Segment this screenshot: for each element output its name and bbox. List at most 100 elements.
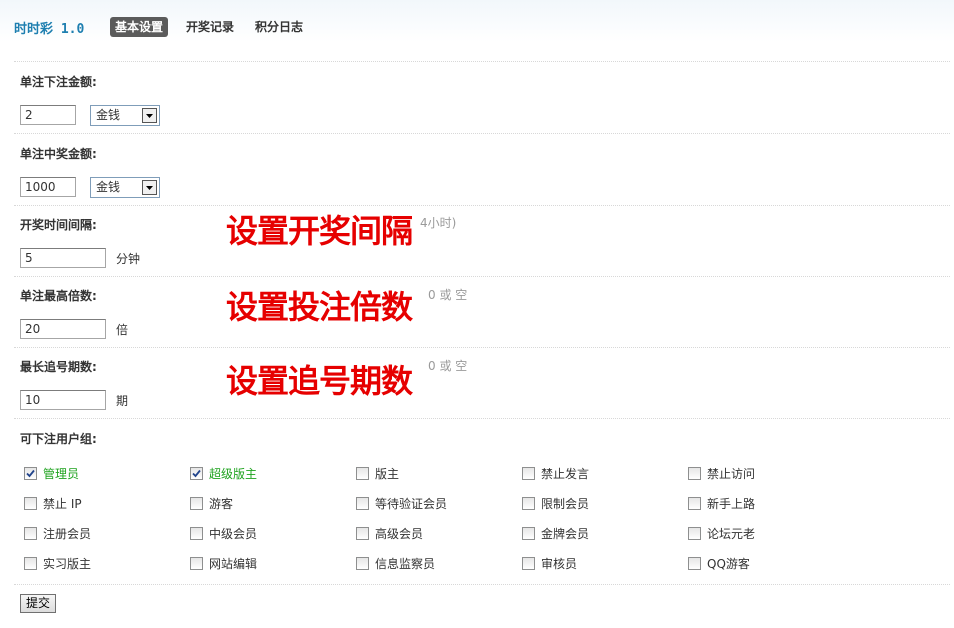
divider: [14, 276, 950, 277]
chevron-down-icon[interactable]: [142, 180, 157, 195]
checkmark-icon: [26, 469, 35, 477]
user-group-label: 禁止访问: [707, 466, 756, 481]
checkbox[interactable]: [24, 466, 37, 480]
user-group-label: 审核员: [541, 556, 578, 571]
interval-label: 开奖时间间隔:: [20, 218, 97, 232]
user-group-label: 新手上路: [707, 496, 756, 511]
user-group-checkbox-item[interactable]: 版主: [356, 465, 399, 481]
checkbox[interactable]: [356, 526, 369, 540]
user-group-checkbox-item[interactable]: 禁止 IP: [24, 495, 82, 511]
max-multiple-label: 单注最高倍数:: [20, 289, 97, 303]
checkbox[interactable]: [688, 556, 701, 570]
win-amount-input[interactable]: 1000: [20, 177, 76, 197]
user-group-label: 限制会员: [541, 496, 590, 511]
periods-annotation: 设置追号期数: [226, 362, 413, 400]
divider: [14, 61, 950, 62]
checkbox[interactable]: [688, 526, 701, 540]
user-group-checkbox-item[interactable]: 审核员: [522, 555, 577, 571]
checkbox[interactable]: [190, 496, 203, 510]
divider: [14, 347, 950, 348]
user-group-checkbox-item[interactable]: QQ游客: [688, 555, 750, 571]
bet-amount-label: 单注下注金额:: [20, 75, 97, 89]
user-group-checkbox-item[interactable]: 禁止发言: [522, 465, 589, 481]
checkbox[interactable]: [688, 466, 701, 480]
user-group-label: 超级版主: [209, 466, 258, 481]
user-group-checkbox-item[interactable]: 实习版主: [24, 555, 91, 571]
user-group-checkbox-item[interactable]: 管理员: [24, 465, 79, 481]
user-group-label: 信息监察员: [375, 556, 436, 571]
checkbox[interactable]: [190, 466, 203, 480]
checkbox[interactable]: [522, 526, 535, 540]
user-group-checkbox-item[interactable]: 限制会员: [522, 495, 589, 511]
win-currency-value: 金钱: [96, 180, 121, 194]
max-periods-unit: 期: [116, 394, 129, 408]
user-group-checkbox-item[interactable]: 注册会员: [24, 525, 91, 541]
checkbox[interactable]: [190, 556, 203, 570]
tab-draw-records[interactable]: 开奖记录: [182, 17, 238, 37]
checkbox[interactable]: [356, 496, 369, 510]
interval-unit: 分钟: [116, 252, 141, 266]
checkbox[interactable]: [522, 496, 535, 510]
user-group-label: 论坛元老: [707, 526, 756, 541]
user-groups-label: 可下注用户组:: [20, 432, 97, 446]
checkbox[interactable]: [522, 466, 535, 480]
checkbox[interactable]: [522, 556, 535, 570]
user-group-label: 禁止 IP: [43, 496, 82, 511]
divider: [14, 418, 950, 419]
user-group-label: 实习版主: [43, 556, 92, 571]
user-group-checkbox-item[interactable]: 中级会员: [190, 525, 257, 541]
user-group-checkbox-item[interactable]: 新手上路: [688, 495, 755, 511]
checkbox[interactable]: [356, 466, 369, 480]
max-periods-label: 最长追号期数:: [20, 360, 97, 374]
user-group-label: 金牌会员: [541, 526, 590, 541]
bet-currency-value: 金钱: [96, 108, 121, 122]
multiple-annotation: 设置投注倍数: [226, 288, 413, 326]
bet-amount-input[interactable]: 2: [20, 105, 76, 125]
checkbox[interactable]: [688, 496, 701, 510]
interval-hint: 4小时): [420, 216, 457, 230]
user-group-checkbox-item[interactable]: 等待验证会员: [356, 495, 447, 511]
tab-points-log[interactable]: 积分日志: [251, 17, 307, 37]
bet-currency-select[interactable]: 金钱: [90, 105, 160, 126]
checkbox[interactable]: [24, 526, 37, 540]
max-multiple-unit: 倍: [116, 323, 129, 337]
max-multiple-input[interactable]: 20: [20, 319, 106, 339]
user-group-checkbox-item[interactable]: 信息监察员: [356, 555, 435, 571]
user-group-label: QQ游客: [707, 556, 750, 571]
divider: [14, 205, 950, 206]
user-group-label: 注册会员: [43, 526, 92, 541]
tab-basic-settings[interactable]: 基本设置: [110, 17, 169, 37]
max-multiple-hint: 0 或 空: [428, 288, 468, 302]
user-group-label: 游客: [209, 496, 234, 511]
user-group-checkbox-item[interactable]: 高级会员: [356, 525, 423, 541]
max-periods-hint: 0 或 空: [428, 359, 468, 373]
user-group-checkbox-item[interactable]: 论坛元老: [688, 525, 755, 541]
app-title: 时时彩 1.0: [14, 22, 85, 37]
checkbox[interactable]: [24, 556, 37, 570]
interval-annotation: 设置开奖间隔: [226, 212, 413, 250]
user-group-checkbox-item[interactable]: 超级版主: [190, 465, 257, 481]
divider: [14, 584, 950, 585]
user-group-label: 高级会员: [375, 526, 424, 541]
user-group-label: 管理员: [43, 466, 80, 481]
user-group-label: 中级会员: [209, 526, 258, 541]
submit-button[interactable]: 提交: [20, 594, 56, 613]
win-currency-select[interactable]: 金钱: [90, 177, 160, 198]
user-group-label: 等待验证会员: [375, 496, 448, 511]
user-group-checkbox-item[interactable]: 游客: [190, 495, 233, 511]
win-amount-label: 单注中奖金额:: [20, 147, 97, 161]
user-group-label: 禁止发言: [541, 466, 590, 481]
max-periods-input[interactable]: 10: [20, 390, 106, 410]
user-group-label: 版主: [375, 466, 400, 481]
user-group-checkbox-item[interactable]: 网站编辑: [190, 555, 257, 571]
divider: [14, 133, 950, 134]
checkbox[interactable]: [356, 556, 369, 570]
interval-input[interactable]: 5: [20, 248, 106, 268]
user-group-checkbox-item[interactable]: 金牌会员: [522, 525, 589, 541]
chevron-down-icon[interactable]: [142, 108, 157, 123]
checkbox[interactable]: [24, 496, 37, 510]
checkbox[interactable]: [190, 526, 203, 540]
user-group-label: 网站编辑: [209, 556, 258, 571]
checkmark-icon: [192, 469, 201, 477]
user-group-checkbox-item[interactable]: 禁止访问: [688, 465, 755, 481]
